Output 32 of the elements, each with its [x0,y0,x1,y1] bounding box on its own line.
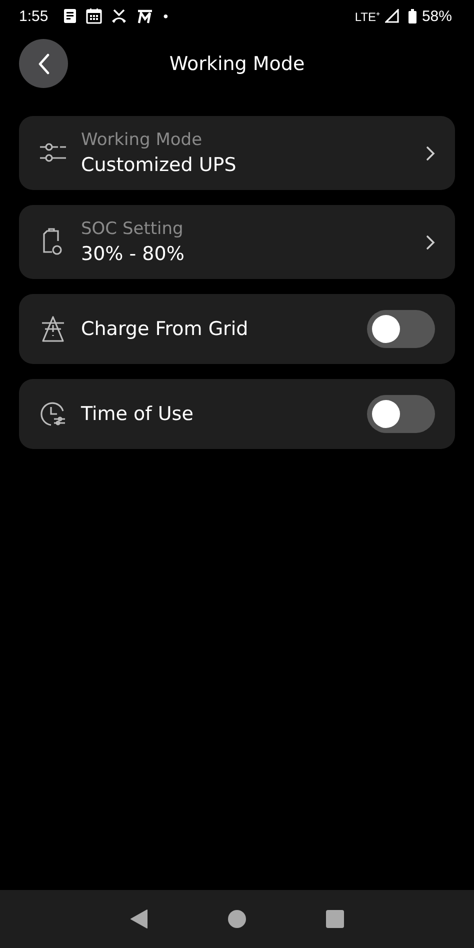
home-nav-icon[interactable] [228,910,246,928]
setting-value: 30% - 80% [81,243,186,265]
toggle-switch[interactable] [367,395,435,433]
settings-row[interactable]: Charge From Grid [19,294,455,364]
back-nav-icon[interactable] [130,909,148,929]
notes-icon [63,8,78,24]
setting-label: Charge From Grid [81,318,250,340]
calendar-icon [86,8,102,24]
settings-row[interactable]: Time of Use [19,379,455,449]
toggle-switch[interactable] [367,310,435,348]
chevron-right-icon [426,234,435,250]
missed-call-icon [111,8,128,24]
signal-icon [384,9,399,23]
app-logo-icon [136,8,154,24]
sliders-icon [39,142,67,164]
settings-row[interactable]: SOC Setting 30% - 80% [19,205,455,279]
chevron-left-icon [36,52,50,74]
battery-percent: 58% [422,8,452,24]
clock-icon [39,400,67,428]
setting-label: Working Mode [81,130,204,150]
page-title: Working Mode [169,53,305,75]
chevron-right-icon [426,146,435,160]
setting-label: Time of Use [81,403,194,425]
settings-row[interactable]: Working Mode Customized UPS [19,116,455,190]
status-time: 1:55 [19,8,48,24]
power-tower-icon [39,315,67,343]
setting-value: Customized UPS [81,154,238,176]
back-button[interactable] [19,39,68,88]
notification-dot: • [163,8,168,24]
battery-icon [408,8,417,24]
network-type: LTE⁺ [354,8,380,24]
setting-label: SOC Setting [81,219,184,239]
